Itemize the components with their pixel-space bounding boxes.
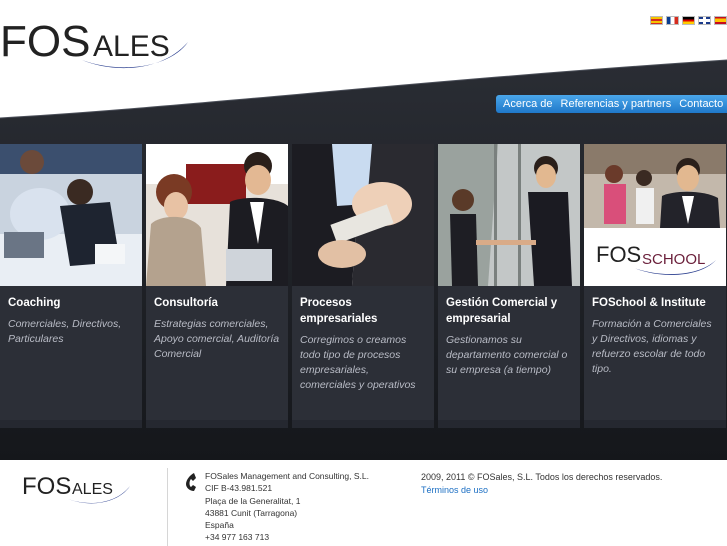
foschool-logo-school: SCHOOL (642, 251, 705, 268)
foschool-photo: FOS SCHOOL (584, 144, 726, 286)
company-name: FOSales Management and Consulting, S.L. (205, 471, 369, 481)
address-country: España (205, 520, 234, 531)
service-title: Coaching (8, 297, 61, 309)
footer-logo[interactable]: FOS ALES (22, 468, 134, 513)
nav-contact[interactable]: Contacto (679, 98, 723, 110)
services-grid: Coaching Comerciales, Directivos, Partic… (0, 144, 726, 428)
copyright-block: 2009, 2011 © FOSales, S.L. Todos los der… (421, 471, 662, 497)
footer-logo-ales: ALES (72, 481, 113, 498)
nav-about[interactable]: Acerca de (503, 98, 553, 110)
company-cif: CIF B-43.981.521 (205, 483, 273, 494)
fosales-logo[interactable]: FOS ALES (0, 8, 200, 85)
procesos-photo (292, 144, 434, 286)
footer-divider (167, 468, 168, 546)
service-description: Corregimos o creamos todo tipo de proces… (300, 334, 416, 391)
service-title: FOSchool & Institute (592, 297, 706, 309)
english-flag-icon[interactable] (698, 16, 711, 25)
service-title: Consultoría (154, 297, 218, 309)
service-description: Estrategias comerciales, Apoyo comercial… (154, 318, 280, 360)
service-description: Gestionamos su departamento comercial o … (446, 334, 568, 376)
coaching-photo (0, 144, 142, 286)
service-title: Procesos empresariales (300, 297, 378, 325)
catalan-flag-icon[interactable] (650, 16, 663, 25)
address-street: Plaça de la Generalitat, 1 (205, 495, 301, 506)
service-consultoria[interactable]: Consultoría Estrategias comerciales, Apo… (146, 144, 288, 428)
service-procesos[interactable]: Procesos empresariales Corregimos o crea… (292, 144, 434, 428)
phone-icon (184, 472, 198, 497)
main-nav: Acerca de Referencias y partners Contact… (496, 95, 727, 113)
german-flag-icon[interactable] (682, 16, 695, 25)
spanish-flag-icon[interactable] (714, 16, 727, 25)
service-description: Comerciales, Directivos, Particulares (8, 318, 122, 345)
logo-fos-text: FOS (0, 17, 90, 66)
footer-logo-fos: FOS (22, 473, 71, 500)
gestion-photo (438, 144, 580, 286)
language-selector (650, 16, 727, 25)
address-city: 43881 Cunit (Tarragona) (205, 507, 298, 518)
service-description: Formación a Comerciales y Directivos, id… (592, 318, 712, 375)
logo-ales-text: ALES (93, 30, 170, 63)
company-phone: +34 977 163 713 (205, 532, 270, 543)
service-gestion[interactable]: Gestión Comercial y empresarial Gestiona… (438, 144, 580, 428)
footer: FOS ALES FOSales Management and Consulti… (0, 460, 727, 546)
service-coaching[interactable]: Coaching Comerciales, Directivos, Partic… (0, 144, 142, 428)
company-address: FOSales Management and Consulting, S.L. … (205, 470, 369, 544)
service-foschool[interactable]: FOS SCHOOL FOSchool & Institute Formació… (584, 144, 726, 428)
copyright-text: 2009, 2011 © FOSales, S.L. Todos los der… (421, 472, 663, 482)
consultoria-photo (146, 144, 288, 286)
nav-references[interactable]: Referencias y partners (561, 98, 672, 110)
foschool-logo-fos: FOS (596, 242, 641, 267)
terms-link[interactable]: Términos de uso (421, 484, 662, 497)
service-title: Gestión Comercial y empresarial (446, 297, 558, 325)
french-flag-icon[interactable] (666, 16, 679, 25)
